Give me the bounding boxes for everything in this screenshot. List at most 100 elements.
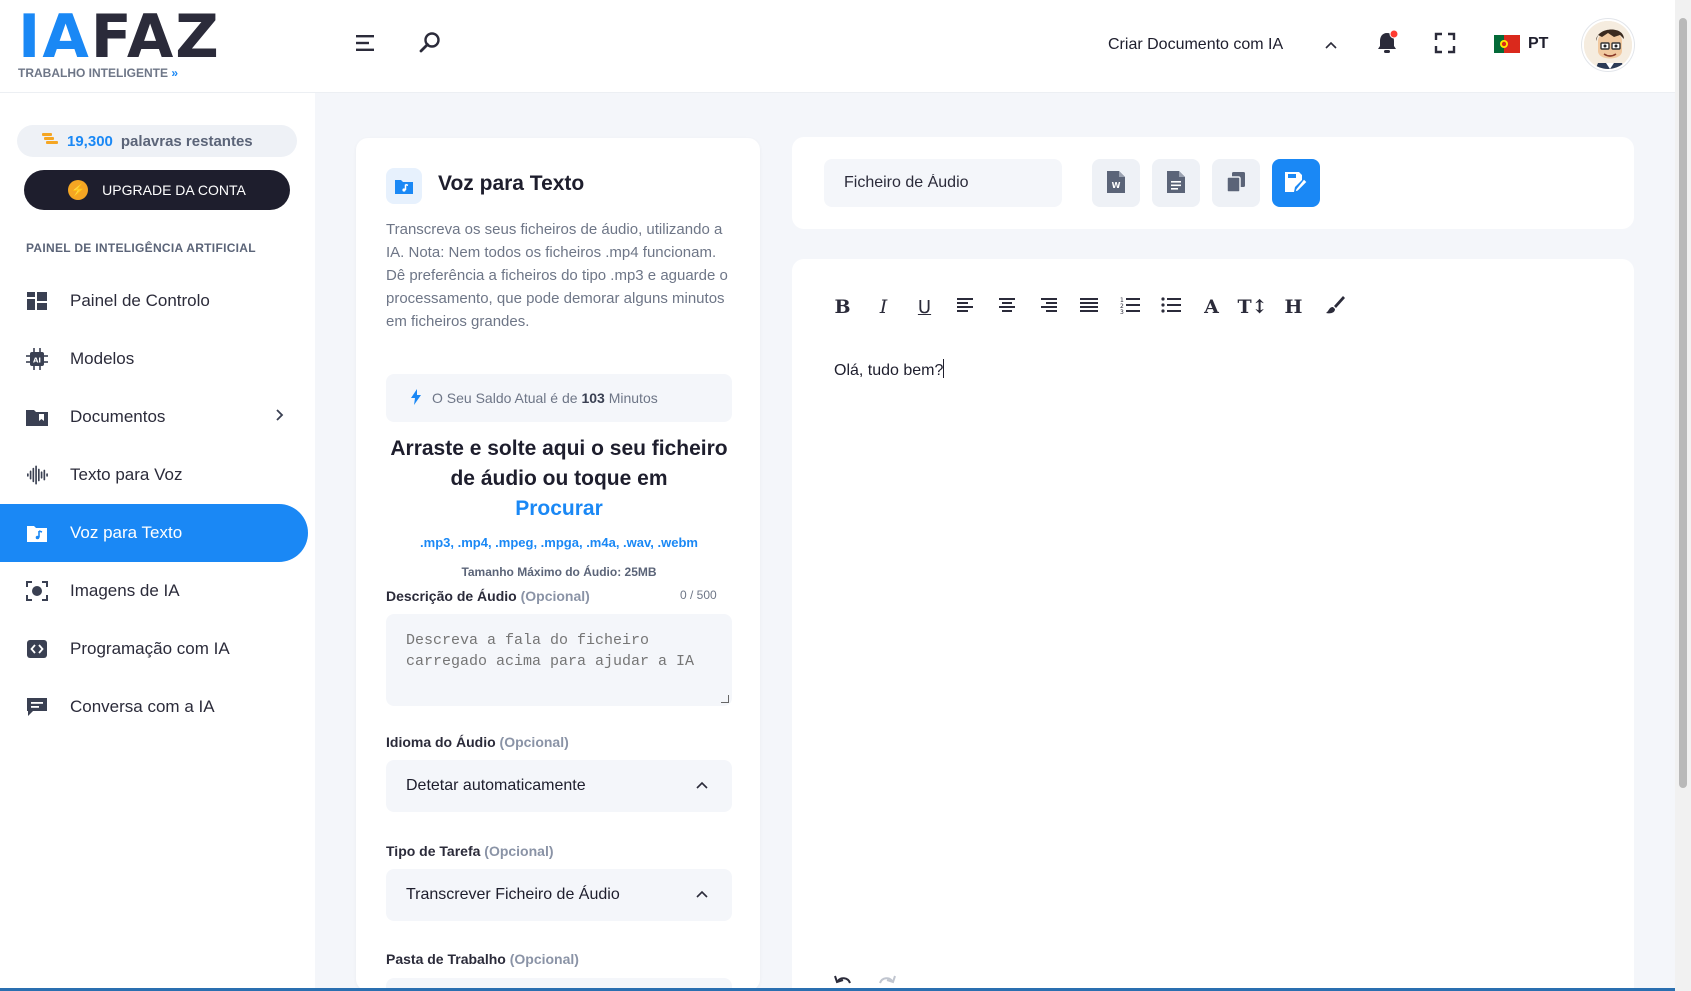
sidebar-item-models[interactable]: AI Modelos [0,330,315,388]
fullscreen-icon[interactable] [1432,30,1458,56]
ordered-list-icon: 123 [1120,296,1140,319]
portugal-flag-icon[interactable] [1494,34,1520,54]
audio-language-label: Idioma do Áudio (Opcional) [386,734,569,750]
sidebar-item-ai-chat[interactable]: Conversa com a IA [0,678,315,736]
copy-icon [1225,171,1247,196]
user-avatar[interactable] [1582,19,1634,71]
page-title: Voz para Texto [438,172,585,195]
sidebar-item-label: Texto para Voz [70,465,183,484]
chevron-right-icon [275,408,285,425]
browse-link[interactable]: Procurar [386,494,732,524]
sidebar: 19,300 palavras restantes ⚡ UPGRADE DA C… [0,93,315,991]
sidebar-item-documents[interactable]: Documentos [0,388,315,446]
sidebar-section-label: PAINEL DE INTELIGÊNCIA ARTIFICIAL [26,241,256,255]
heading-icon: H [1284,296,1303,318]
justify-button[interactable] [1068,293,1109,321]
sidebar-item-dashboard[interactable]: Painel de Controlo [0,272,315,330]
export-word-button[interactable]: W [1092,159,1140,207]
save-edit-icon [1284,171,1308,196]
create-document-menu[interactable]: Criar Documento com IA [1108,36,1283,54]
page-scrollbar[interactable] [1675,0,1691,991]
heading-button[interactable]: H [1273,293,1314,321]
svg-text:AI: AI [33,357,41,365]
sidebar-item-label: Imagens de IA [70,581,180,600]
camera-icon [26,580,48,602]
export-text-button[interactable] [1152,159,1200,207]
notification-bell-icon[interactable] [1374,30,1400,56]
brush-icon [1325,295,1345,320]
textarea-resize-handle[interactable] [721,695,729,703]
lightning-icon [410,388,422,408]
scrollbar-thumb[interactable] [1679,18,1687,788]
word-file-icon: W [1107,170,1125,196]
speech-to-text-panel: Voz para Texto Transcreva os seus fichei… [356,138,760,991]
coins-icon [41,131,59,151]
workspace-folder-label: Pasta de Trabalho (Opcional) [386,951,579,967]
description-char-counter: 0 / 500 [680,588,717,602]
sidebar-item-label: Documentos [70,407,166,426]
audio-language-select[interactable]: Detetar automaticamente [386,760,732,812]
italic-button[interactable]: I [863,293,904,321]
document-name-input[interactable] [824,159,1062,207]
font-size-button[interactable]: T↕ [1232,293,1273,321]
search-icon[interactable] [417,30,443,56]
audio-dropzone[interactable]: Arraste e solte aqui o seu ficheiro de á… [386,434,732,524]
sidebar-item-ai-images[interactable]: Imagens de IA [0,562,315,620]
balance-value: 103 [581,390,605,406]
font-color-button[interactable]: A [1191,293,1232,321]
bold-button[interactable]: B [822,293,863,321]
svg-text:3: 3 [1120,309,1124,314]
sidebar-item-label: Painel de Controlo [70,291,210,310]
waveform-icon [26,464,48,486]
words-remaining-badge: 19,300 palavras restantes [17,125,297,157]
task-type-value: Transcrever Ficheiro de Áudio [406,886,620,903]
task-type-select[interactable]: Transcrever Ficheiro de Áudio [386,869,732,921]
dropzone-text: Arraste e solte aqui o seu ficheiro de á… [390,437,728,490]
chevron-up-icon[interactable] [1318,32,1344,58]
format-painter-button[interactable] [1314,293,1355,321]
ai-chip-icon: AI [26,348,48,370]
task-type-label: Tipo de Tarefa (Opcional) [386,843,554,859]
document-actions-card: W [792,137,1634,229]
ordered-list-button[interactable]: 123 [1109,293,1150,321]
sidebar-item-ai-programming[interactable]: Programação com IA [0,620,315,678]
minutes-balance: O Seu Saldo Atual é de 103 Minutos [386,374,732,422]
bullet-list-button[interactable] [1150,293,1191,321]
words-count: 19,300 [67,132,113,150]
upgrade-account-button[interactable]: ⚡ UPGRADE DA CONTA [24,170,290,210]
sidebar-item-speech-to-text[interactable]: Voz para Texto [0,504,308,562]
max-audio-size: Tamanho Máximo do Áudio: 25MB [461,565,657,579]
align-center-button[interactable] [986,293,1027,321]
text-editor-card: B I U 123 A T↕ H Olá, tudo bem? [792,259,1634,991]
align-right-button[interactable] [1027,293,1068,321]
document-icon [1167,170,1185,196]
sidebar-nav: Painel de Controlo AI Modelos Documentos… [0,272,315,736]
supported-formats: .mp3, .mp4, .mpeg, .mpga, .m4a, .wav, .w… [420,535,698,550]
align-right-icon [1039,296,1057,318]
menu-toggle-icon[interactable] [353,30,379,56]
sidebar-item-label: Voz para Texto [70,523,183,542]
audio-description-input[interactable] [386,614,732,706]
language-selector[interactable]: PT [1528,35,1548,53]
chevron-up-icon [694,777,710,793]
folder-icon [26,406,48,428]
underline-button[interactable]: U [904,293,945,321]
top-header: IAFAZ TRABALHO INTELIGENTE » Criar Docum… [0,0,1675,93]
sidebar-item-text-to-speech[interactable]: Texto para Voz [0,446,315,504]
sidebar-item-label: Conversa com a IA [70,697,215,716]
align-left-button[interactable] [945,293,986,321]
save-document-button[interactable] [1272,159,1320,207]
justify-icon [1079,296,1098,318]
balance-suffix: Minutos [608,390,658,406]
words-label: palavras restantes [120,132,253,150]
copy-button[interactable] [1212,159,1260,207]
sidebar-item-label: Programação com IA [70,639,230,658]
chat-icon [26,696,48,718]
logo[interactable]: IAFAZ TRABALHO INTELIGENTE » [18,4,228,88]
sidebar-item-label: Modelos [70,349,135,368]
font-icon: A [1204,296,1219,318]
editor-toolbar: B I U 123 A T↕ H [822,293,1355,321]
upgrade-label: UPGRADE DA CONTA [102,182,246,198]
text-height-icon: T↕ [1237,296,1268,318]
editor-content[interactable]: Olá, tudo bem? [834,359,945,380]
